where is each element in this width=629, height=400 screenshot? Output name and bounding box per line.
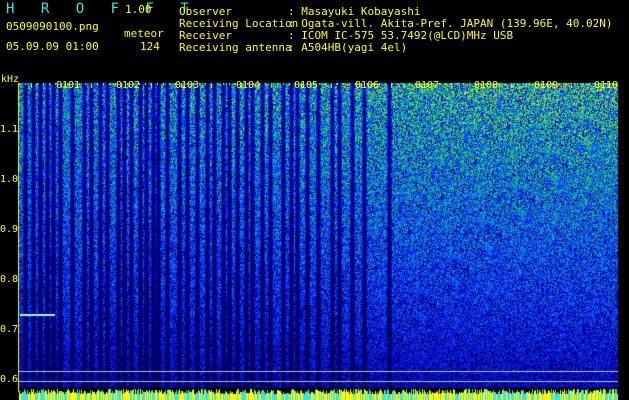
y-tick-label: 0.7 bbox=[0, 324, 19, 335]
meteor-count: 124 bbox=[140, 40, 160, 53]
x-tick-label: 0104 bbox=[236, 80, 261, 91]
y-tick-label: 1.0 bbox=[0, 174, 19, 185]
x-tick-label: 0103 bbox=[175, 80, 200, 91]
app-logo: H R O F F T bbox=[6, 1, 198, 17]
meteor-label: meteor bbox=[124, 27, 164, 40]
y-tick-label: 0.9 bbox=[0, 224, 19, 235]
x-tick-label: 0101 bbox=[56, 80, 81, 91]
filename-label: 0509090100.png bbox=[6, 20, 99, 33]
x-tick-label: 0106 bbox=[355, 80, 380, 91]
y-tick-label: 0.8 bbox=[0, 274, 19, 285]
spectrogram-canvas bbox=[0, 0, 629, 400]
antenna-value: : A504HB(yagi 4el) bbox=[288, 41, 408, 54]
x-tick-label: 0107 bbox=[415, 80, 440, 91]
datetime-label: 05.09.09 01:00 bbox=[6, 40, 99, 53]
x-tick-label: 0108 bbox=[474, 80, 499, 91]
x-tick-label: 0109 bbox=[534, 80, 559, 91]
app-version: 1.00 bbox=[125, 3, 152, 16]
y-axis-unit: kHz bbox=[1, 74, 20, 85]
y-tick-label: 1.1 bbox=[0, 124, 19, 135]
x-tick-label: 0102 bbox=[116, 80, 141, 91]
y-tick-label: 0.6 bbox=[0, 374, 19, 385]
x-tick-label: 0105 bbox=[294, 80, 319, 91]
x-tick-label: 0110 bbox=[594, 80, 619, 91]
antenna-label: Receiving antenna bbox=[179, 41, 292, 54]
